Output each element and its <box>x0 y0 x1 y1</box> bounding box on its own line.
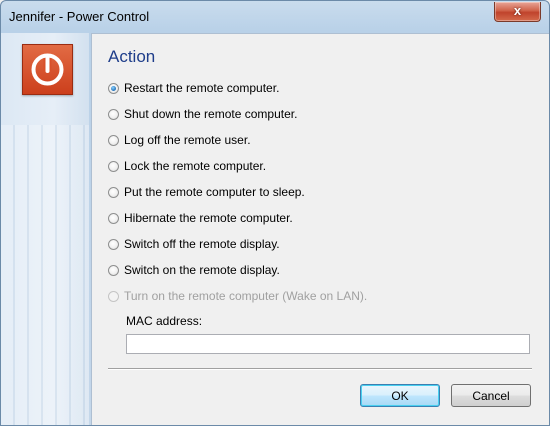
radio-wake-on-lan <box>108 290 119 302</box>
option-label: Switch on the remote display. <box>124 263 280 277</box>
side-panel-decoration <box>1 125 89 425</box>
option-logoff[interactable]: Log off the remote user. <box>108 132 251 148</box>
window-title: Jennifer - Power Control <box>9 9 150 24</box>
ok-button[interactable]: OK <box>360 384 440 407</box>
radio-restart[interactable] <box>108 82 119 94</box>
option-label: Shut down the remote computer. <box>124 107 298 121</box>
cancel-button[interactable]: Cancel <box>451 384 531 407</box>
power-icon <box>22 44 73 95</box>
power-control-window: Jennifer - Power Control x Action Restar… <box>0 0 550 426</box>
radio-shutdown[interactable] <box>108 108 119 120</box>
radio-logoff[interactable] <box>108 134 119 146</box>
close-icon: x <box>513 3 522 18</box>
action-heading: Action <box>108 47 156 66</box>
radio-display-on[interactable] <box>108 264 119 276</box>
mac-address-label: MAC address: <box>126 314 203 328</box>
option-wake-on-lan: Turn on the remote computer (Wake on LAN… <box>108 288 367 304</box>
option-lock[interactable]: Lock the remote computer. <box>108 158 266 174</box>
mac-address-input[interactable] <box>126 334 530 354</box>
title-bar[interactable]: Jennifer - Power Control x <box>1 1 549 33</box>
radio-display-off[interactable] <box>108 238 119 250</box>
radio-sleep[interactable] <box>108 186 119 198</box>
option-label: Log off the remote user. <box>124 133 251 147</box>
radio-lock[interactable] <box>108 160 119 172</box>
option-sleep[interactable]: Put the remote computer to sleep. <box>108 184 305 200</box>
action-panel: Action Restart the remote computer. Shut… <box>91 33 549 425</box>
option-label: Lock the remote computer. <box>124 159 267 173</box>
radio-hibernate[interactable] <box>108 212 119 224</box>
option-restart[interactable]: Restart the remote computer. <box>108 80 279 96</box>
close-button[interactable]: x <box>494 2 541 22</box>
option-hibernate[interactable]: Hibernate the remote computer. <box>108 210 293 226</box>
option-display-on[interactable]: Switch on the remote display. <box>108 262 280 278</box>
option-label: Restart the remote computer. <box>124 81 280 95</box>
option-shutdown[interactable]: Shut down the remote computer. <box>108 106 297 122</box>
divider <box>108 368 532 370</box>
option-label: Hibernate the remote computer. <box>124 211 293 225</box>
option-label: Put the remote computer to sleep. <box>124 185 305 199</box>
option-label: Switch off the remote display. <box>124 237 280 251</box>
option-label: Turn on the remote computer (Wake on LAN… <box>124 289 368 303</box>
option-display-off[interactable]: Switch off the remote display. <box>108 236 280 252</box>
